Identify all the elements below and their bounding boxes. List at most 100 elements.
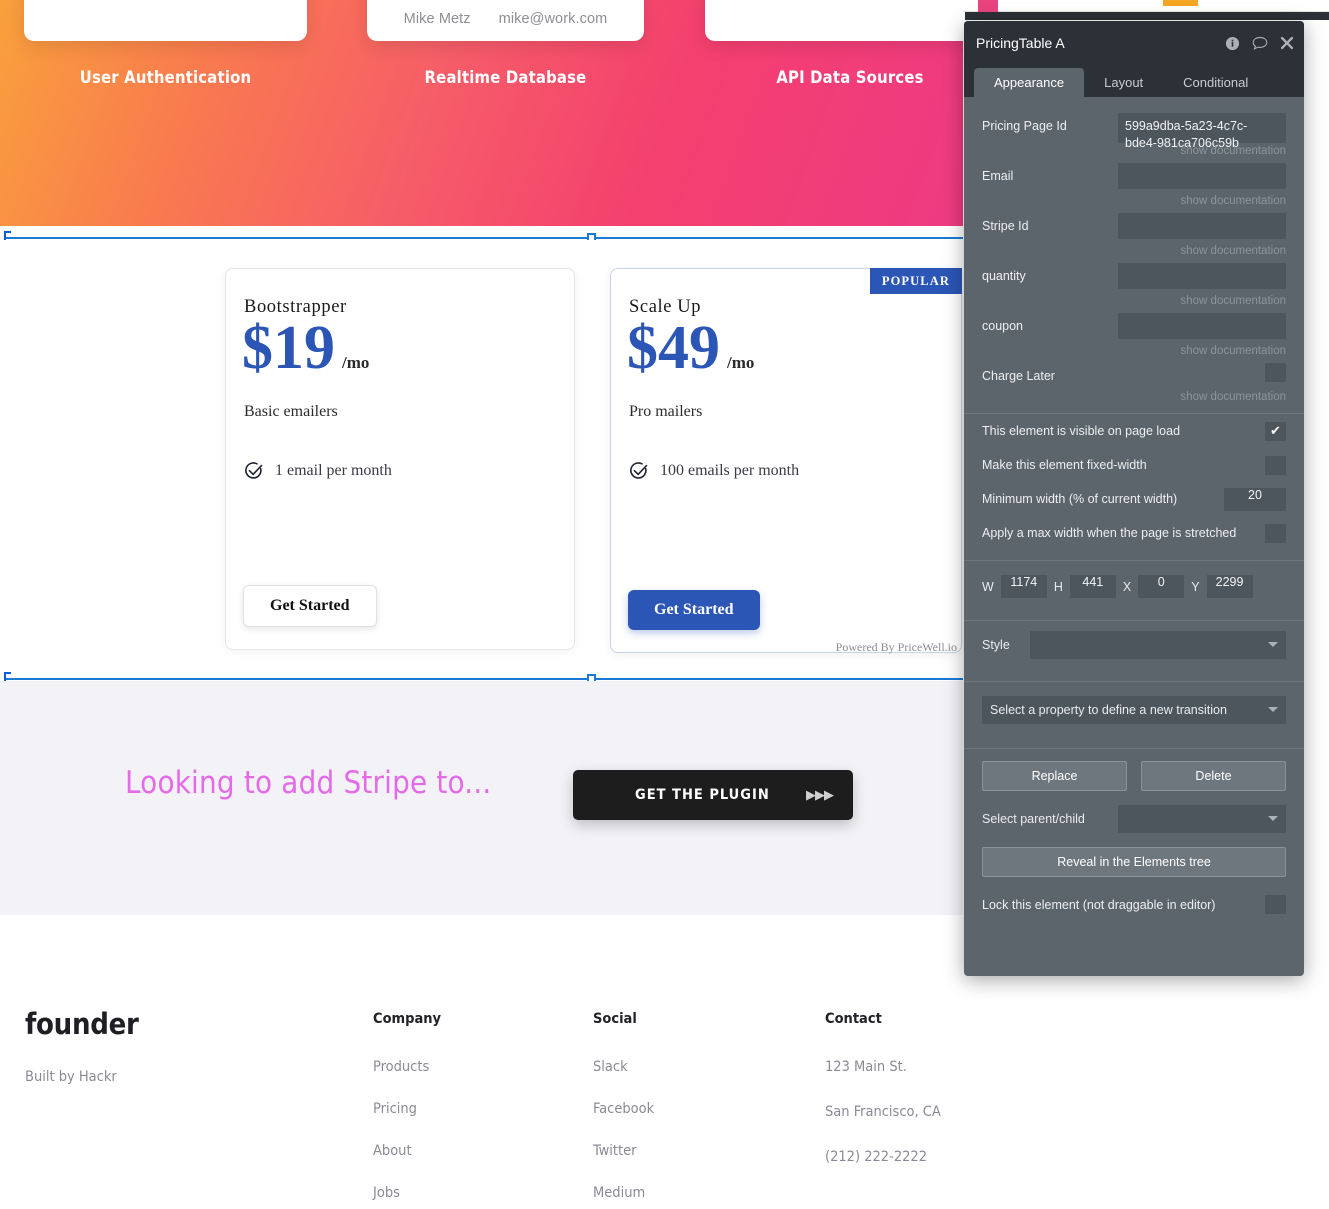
- footer-link-medium[interactable]: Medium: [593, 1185, 654, 1201]
- reveal-row: Reveal in the Elements tree: [982, 833, 1286, 877]
- quantity-input[interactable]: [1118, 263, 1286, 289]
- footer-column-title: Social: [593, 1011, 637, 1027]
- show-documentation-link[interactable]: show documentation: [982, 295, 1286, 307]
- plan-price-row: $49 /mo: [627, 317, 754, 379]
- panel-header-icons: [1225, 21, 1294, 65]
- pricing-card-bootstrapper[interactable]: Bootstrapper $19 /mo Basic emailers 1 em…: [225, 268, 575, 650]
- option-label: Apply a max width when the page is stret…: [982, 526, 1237, 540]
- plan-description: Pro mailers: [629, 403, 703, 420]
- show-documentation-link[interactable]: show documentation: [982, 195, 1286, 207]
- plan-period: /mo: [342, 353, 370, 372]
- footer-link-facebook[interactable]: Facebook: [593, 1101, 654, 1117]
- geometry-row: W 1174 H 441 X 0 Y 2299: [982, 561, 1286, 610]
- footer-column-company: Company Products Pricing About Jobs: [373, 1011, 441, 1209]
- tab-layout[interactable]: Layout: [1084, 68, 1163, 97]
- option-row-minimum-width: Minimum width (% of current width) 20: [982, 482, 1286, 516]
- x-input[interactable]: 0: [1138, 575, 1185, 598]
- selection-guide-top: [6, 237, 963, 239]
- max-width-checkbox[interactable]: [1265, 523, 1286, 543]
- get-started-button-scale-up[interactable]: Get Started: [628, 590, 760, 630]
- chevron-down-icon: [1268, 642, 1278, 647]
- field-row-charge-later: Charge Later: [982, 363, 1286, 389]
- plan-description: Basic emailers: [244, 403, 338, 420]
- show-documentation-link[interactable]: show documentation: [982, 245, 1286, 257]
- y-input[interactable]: 2299: [1206, 575, 1253, 598]
- field-row-coupon: coupon: [982, 313, 1286, 343]
- hero-label-api-data-sources: API Data Sources: [776, 68, 924, 87]
- powered-by-label: Powered By PriceWell.io: [835, 640, 957, 654]
- reveal-in-elements-tree-button[interactable]: Reveal in the Elements tree: [982, 847, 1286, 877]
- parent-child-label: Select parent/child: [982, 812, 1085, 826]
- pricing-card-scale-up[interactable]: POPULAR Scale Up $49 /mo Pro mailers 100…: [610, 268, 962, 653]
- footer-link-twitter[interactable]: Twitter: [593, 1143, 654, 1159]
- check-circle-icon: [630, 462, 648, 479]
- chevron-down-icon: [1268, 707, 1278, 712]
- cta-band-section: Looking to add Stripe to... GET THE PLUG…: [0, 681, 963, 915]
- info-icon[interactable]: [1225, 36, 1240, 51]
- dark-top-bar: [965, 12, 1329, 20]
- hero-card-user-auth: [24, 0, 307, 41]
- coupon-input[interactable]: [1118, 313, 1286, 339]
- editor-canvas: Mike Metz mike@work.com User Authenticat…: [0, 0, 1329, 1209]
- tab-conditional[interactable]: Conditional: [1163, 68, 1268, 97]
- footer-link-jobs[interactable]: Jobs: [373, 1185, 441, 1201]
- field-label: Email: [982, 169, 1014, 183]
- tab-appearance[interactable]: Appearance: [974, 68, 1085, 97]
- option-row-max-width: Apply a max width when the page is stret…: [982, 516, 1286, 550]
- footer-column-title: Contact: [825, 1011, 882, 1027]
- option-row-visible-on-load: This element is visible on page load ✔: [982, 414, 1286, 448]
- get-started-button-bootstrapper[interactable]: Get Started: [243, 585, 377, 627]
- hero-label-user-authentication: User Authentication: [79, 68, 252, 87]
- width-input[interactable]: 1174: [1000, 575, 1047, 598]
- field-row-email: Email: [982, 163, 1286, 193]
- field-label: coupon: [982, 319, 1024, 333]
- style-select[interactable]: [1030, 631, 1286, 659]
- option-label: Minimum width (% of current width): [982, 492, 1178, 506]
- visible-on-page-load-checkbox[interactable]: ✔: [1265, 421, 1286, 441]
- height-label: H: [1053, 579, 1063, 594]
- style-label: Style: [982, 638, 1010, 652]
- hero-gradient-section: Mike Metz mike@work.com User Authenticat…: [0, 0, 963, 226]
- plan-feature-text: 1 email per month: [275, 462, 392, 479]
- x-label: X: [1122, 579, 1132, 594]
- parent-child-row: Select parent/child: [982, 791, 1286, 833]
- stripe-id-input[interactable]: [1118, 213, 1286, 239]
- site-footer: founder Built by Hackr Company Products …: [0, 955, 963, 1209]
- transition-row: Select a property to define a new transi…: [982, 682, 1286, 738]
- footer-link-pricing[interactable]: Pricing: [373, 1101, 441, 1117]
- field-row-quantity: quantity: [982, 263, 1286, 293]
- hero-card-name: Mike Metz: [403, 11, 471, 27]
- email-input[interactable]: [1118, 163, 1286, 189]
- footer-link-slack[interactable]: Slack: [593, 1059, 654, 1075]
- footer-address-street: 123 Main St.: [825, 1059, 907, 1075]
- transition-select[interactable]: Select a property to define a new transi…: [982, 696, 1286, 724]
- option-row-fixed-width: Make this element fixed-width: [982, 448, 1286, 482]
- property-editor-panel: PricingTable A Appearance Layout Conditi…: [964, 21, 1304, 976]
- footer-tagline: Built by Hackr: [25, 1069, 117, 1085]
- pricing-table-element[interactable]: Bootstrapper $19 /mo Basic emailers 1 em…: [0, 240, 963, 677]
- comment-icon[interactable]: [1252, 36, 1268, 51]
- delete-button[interactable]: Delete: [1141, 761, 1286, 791]
- height-input[interactable]: 441: [1069, 575, 1116, 598]
- field-row-pricing-page-id: Pricing Page Id 599a9dba-5a23-4c7c-bde4-…: [982, 113, 1286, 150]
- plan-period: /mo: [727, 353, 755, 372]
- width-label: W: [982, 579, 994, 594]
- show-documentation-link[interactable]: show documentation: [982, 391, 1286, 403]
- lock-element-checkbox[interactable]: [1265, 895, 1286, 914]
- parent-child-select[interactable]: [1118, 805, 1286, 833]
- footer-link-about[interactable]: About: [373, 1143, 441, 1159]
- field-label: Pricing Page Id: [982, 119, 1067, 133]
- get-the-plugin-button[interactable]: GET THE PLUGIN ▶▶▶: [573, 770, 853, 820]
- y-label: Y: [1191, 579, 1200, 594]
- close-icon[interactable]: [1280, 36, 1294, 50]
- cta-headline: Looking to add Stripe to...: [125, 765, 492, 801]
- fixed-width-checkbox[interactable]: [1265, 455, 1286, 475]
- charge-later-checkbox[interactable]: [1265, 363, 1286, 382]
- option-label: This element is visible on page load: [982, 424, 1181, 438]
- plan-feature-text: 100 emails per month: [660, 462, 800, 479]
- replace-button[interactable]: Replace: [982, 761, 1127, 791]
- minimum-width-input[interactable]: 20: [1224, 487, 1286, 511]
- show-documentation-link[interactable]: show documentation: [982, 345, 1286, 357]
- pricing-page-id-input[interactable]: 599a9dba-5a23-4c7c-bde4-981ca706c59b: [1118, 113, 1286, 150]
- footer-link-products[interactable]: Products: [373, 1059, 441, 1075]
